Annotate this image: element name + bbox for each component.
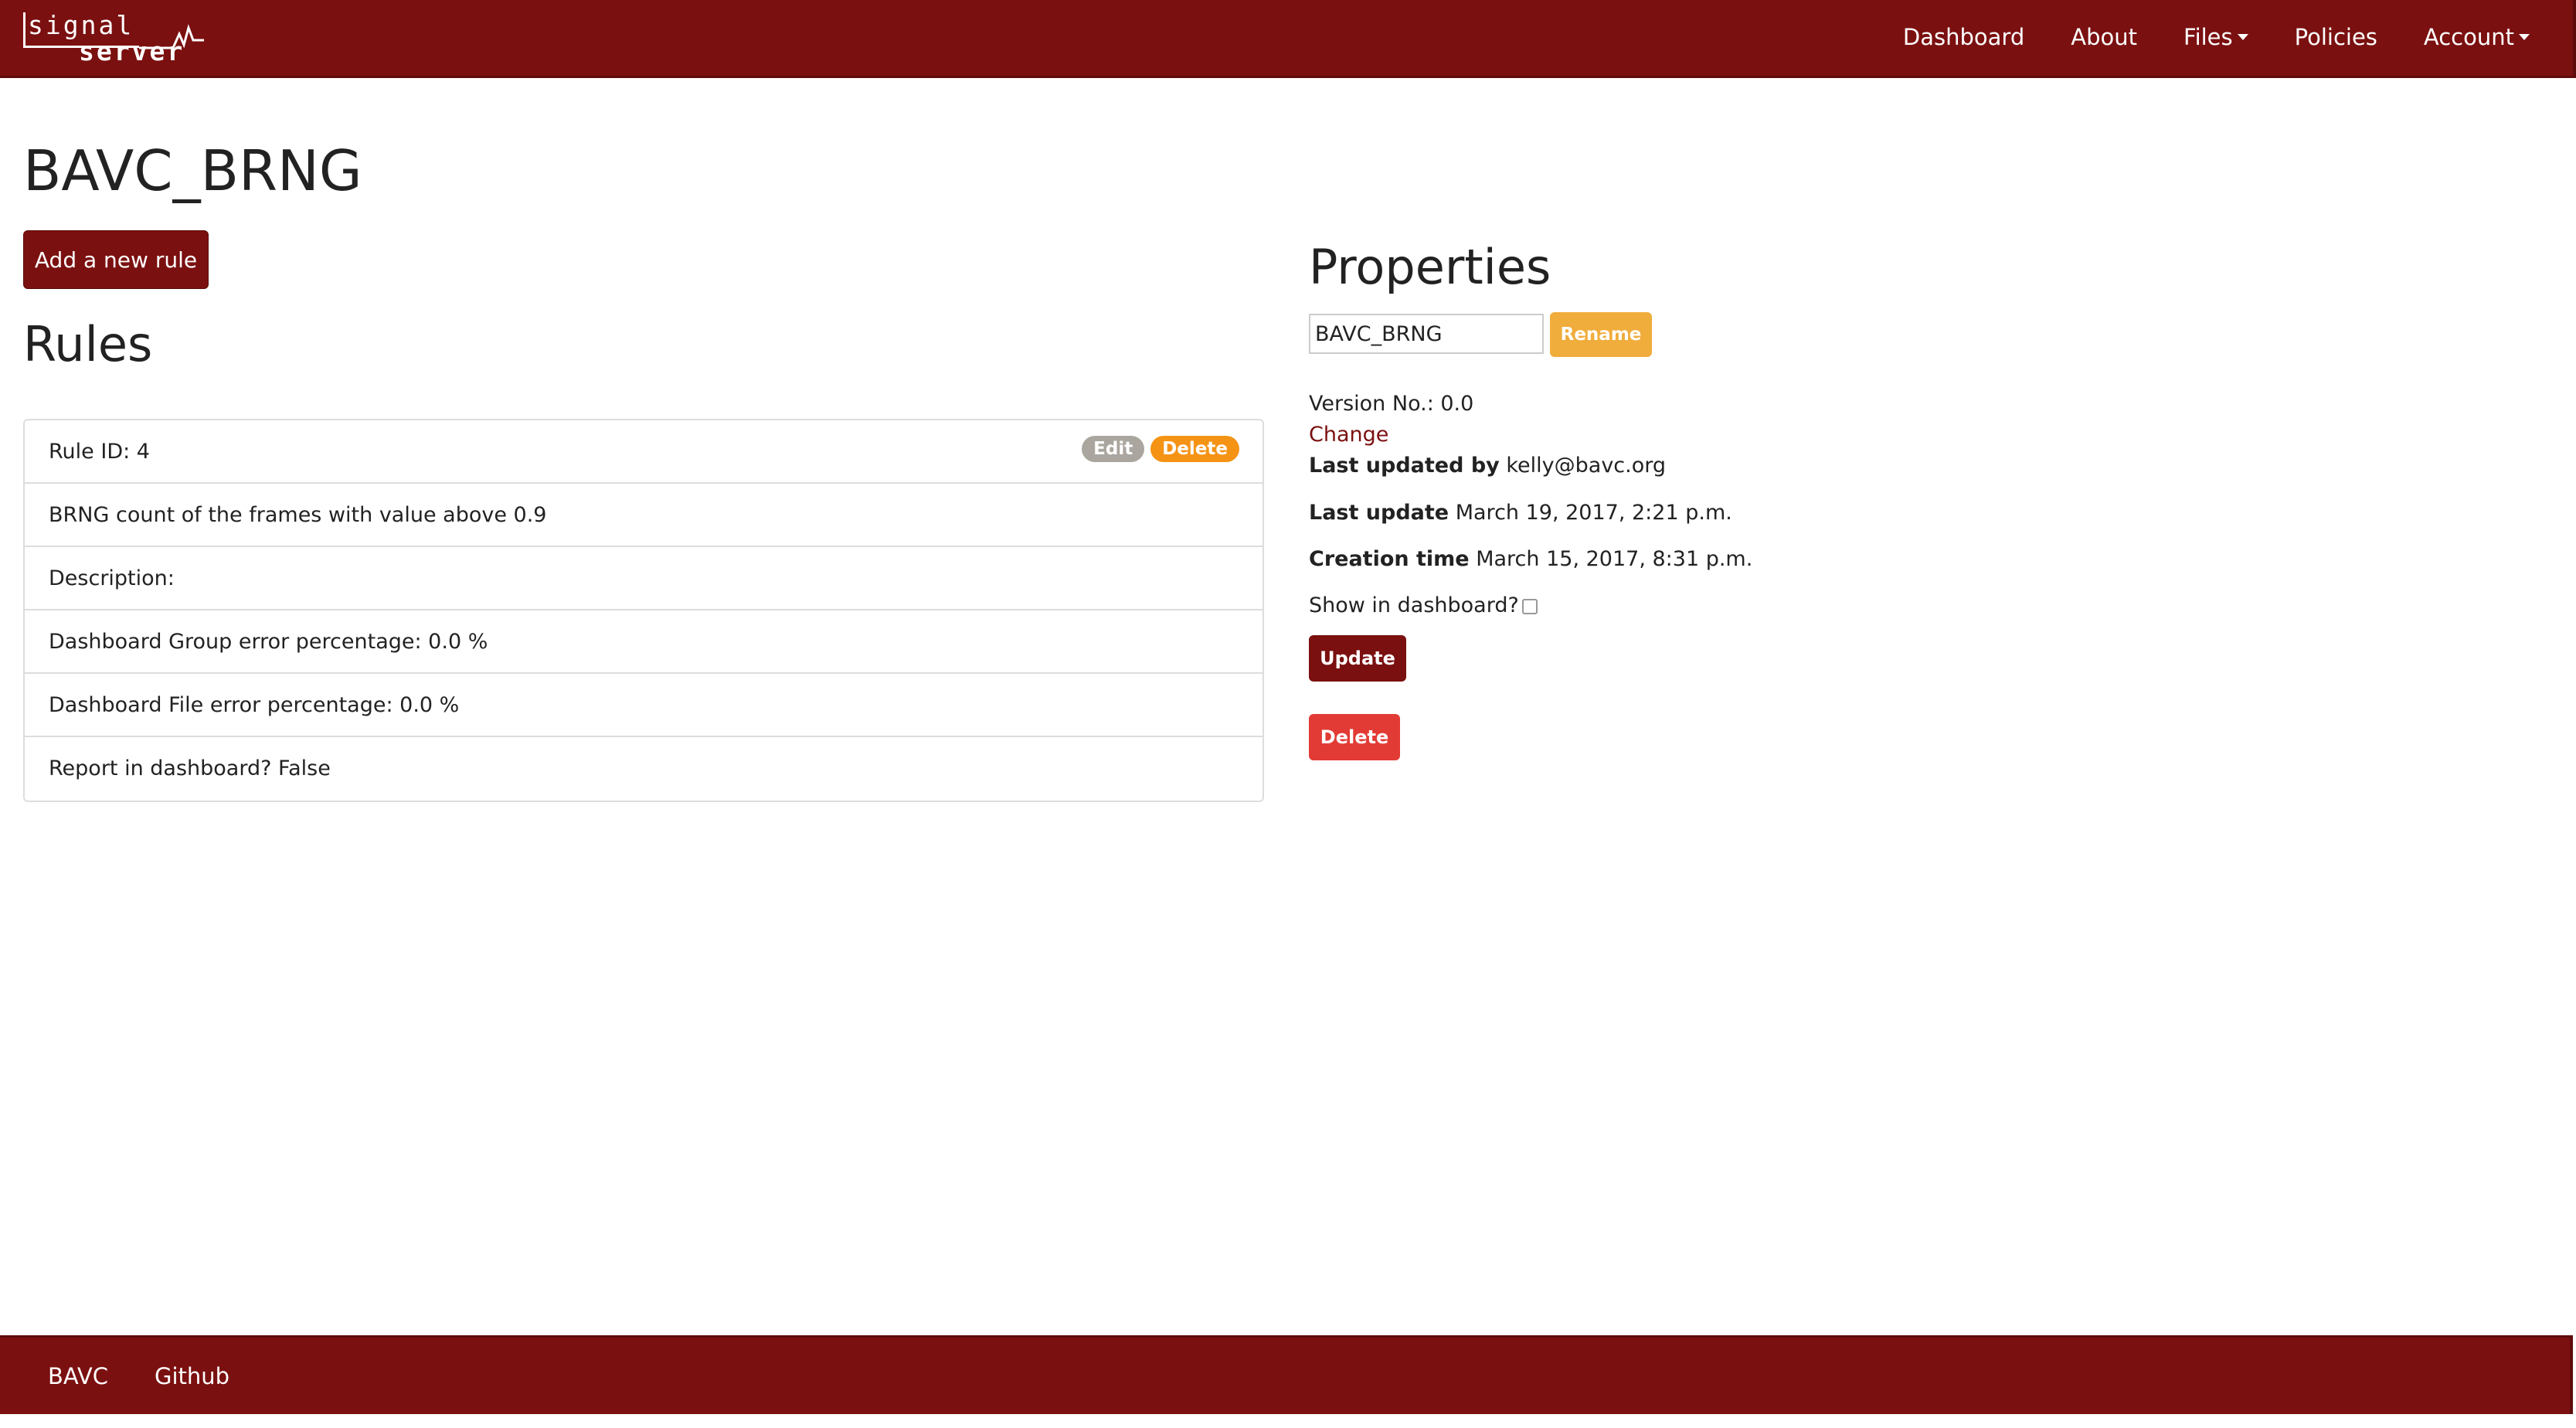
edit-rule-badge[interactable]: Edit <box>1082 436 1145 462</box>
rules-heading: Rules <box>23 316 153 372</box>
last-updated-by-label: Last updated by <box>1309 454 1500 478</box>
change-version-link-wrap: Change <box>1309 420 1388 450</box>
rule-report-row: Report in dashboard? False <box>25 737 1263 801</box>
rule-panel: Rule ID: 4 Edit Delete BRNG count of the… <box>23 419 1264 802</box>
show-in-dashboard-checkbox[interactable] <box>1521 598 1538 614</box>
rule-summary-row: BRNG count of the frames with value abov… <box>25 484 1263 547</box>
rule-description: Description: <box>49 566 175 590</box>
rule-description-row: Description: <box>25 547 1263 610</box>
caret-down-icon <box>2237 34 2248 40</box>
rule-actions: Edit Delete <box>1076 436 1239 467</box>
nav-about[interactable]: About <box>2071 24 2137 50</box>
change-version-link[interactable]: Change <box>1309 423 1388 447</box>
rule-group-error-row: Dashboard Group error percentage: 0.0 % <box>25 610 1263 674</box>
nav-policies[interactable]: Policies <box>2295 24 2377 50</box>
rule-summary: BRNG count of the frames with value abov… <box>49 503 547 527</box>
policy-name-input[interactable] <box>1309 314 1544 354</box>
last-update-line: Last update March 19, 2017, 2:21 p.m. <box>1309 498 1732 529</box>
delete-rule-badge[interactable]: Delete <box>1150 436 1239 462</box>
last-update-label: Last update <box>1309 501 1449 525</box>
rule-group-error: Dashboard Group error percentage: 0.0 % <box>49 630 488 654</box>
page: signal server Dashboard About Files Poli… <box>0 0 2576 1428</box>
caret-down-icon <box>2519 34 2530 40</box>
rename-button[interactable]: Rename <box>1550 312 1652 357</box>
nav-files-dropdown[interactable]: Files <box>2183 24 2248 50</box>
top-navbar: signal server Dashboard About Files Poli… <box>0 0 2576 78</box>
nav-links: Dashboard About Files Policies Account <box>1857 0 2530 74</box>
footer-links: BAVC Github <box>48 1338 276 1415</box>
rule-file-error: Dashboard File error percentage: 0.0 % <box>49 693 460 717</box>
update-button[interactable]: Update <box>1309 635 1406 682</box>
nav-account-dropdown[interactable]: Account <box>2424 24 2530 50</box>
nav-policies-label: Policies <box>2294 24 2377 50</box>
nav-about-label: About <box>2071 24 2137 50</box>
signal-wave-icon <box>139 24 204 49</box>
creation-time-label: Creation time <box>1309 547 1470 571</box>
version-line: Version No.: 0.0 <box>1309 392 1474 416</box>
footer-link-bavc[interactable]: BAVC <box>48 1363 108 1389</box>
creation-time-value: March 15, 2017, 8:31 p.m. <box>1476 547 1753 571</box>
footer: BAVC Github <box>0 1335 2573 1414</box>
nav-files-label: Files <box>2183 24 2233 50</box>
rule-report: Report in dashboard? False <box>49 756 331 780</box>
signal-server-logo[interactable]: signal server <box>23 10 204 66</box>
delete-policy-button[interactable]: Delete <box>1309 714 1400 760</box>
show-in-dashboard-line: Show in dashboard? <box>1309 590 1538 621</box>
nav-account-label: Account <box>2423 24 2514 50</box>
footer-link-github[interactable]: Github <box>155 1363 229 1389</box>
show-in-dashboard-label: Show in dashboard? <box>1309 593 1519 617</box>
nav-dashboard[interactable]: Dashboard <box>1903 24 2024 50</box>
rule-id-row: Rule ID: 4 Edit Delete <box>25 420 1263 484</box>
properties-heading: Properties <box>1309 239 1551 295</box>
nav-dashboard-label: Dashboard <box>1902 24 2025 50</box>
creation-time-line: Creation time March 15, 2017, 8:31 p.m. <box>1309 544 1752 575</box>
rule-file-error-row: Dashboard File error percentage: 0.0 % <box>25 674 1263 737</box>
last-updated-by-line: Last updated by kelly@bavc.org <box>1309 450 1666 481</box>
page-title: BAVC_BRNG <box>23 138 362 203</box>
add-rule-button[interactable]: Add a new rule <box>23 230 209 289</box>
last-update-value: March 19, 2017, 2:21 p.m. <box>1455 501 1732 525</box>
last-updated-by-value: kelly@bavc.org <box>1506 454 1667 478</box>
rule-id: Rule ID: 4 <box>49 440 150 464</box>
